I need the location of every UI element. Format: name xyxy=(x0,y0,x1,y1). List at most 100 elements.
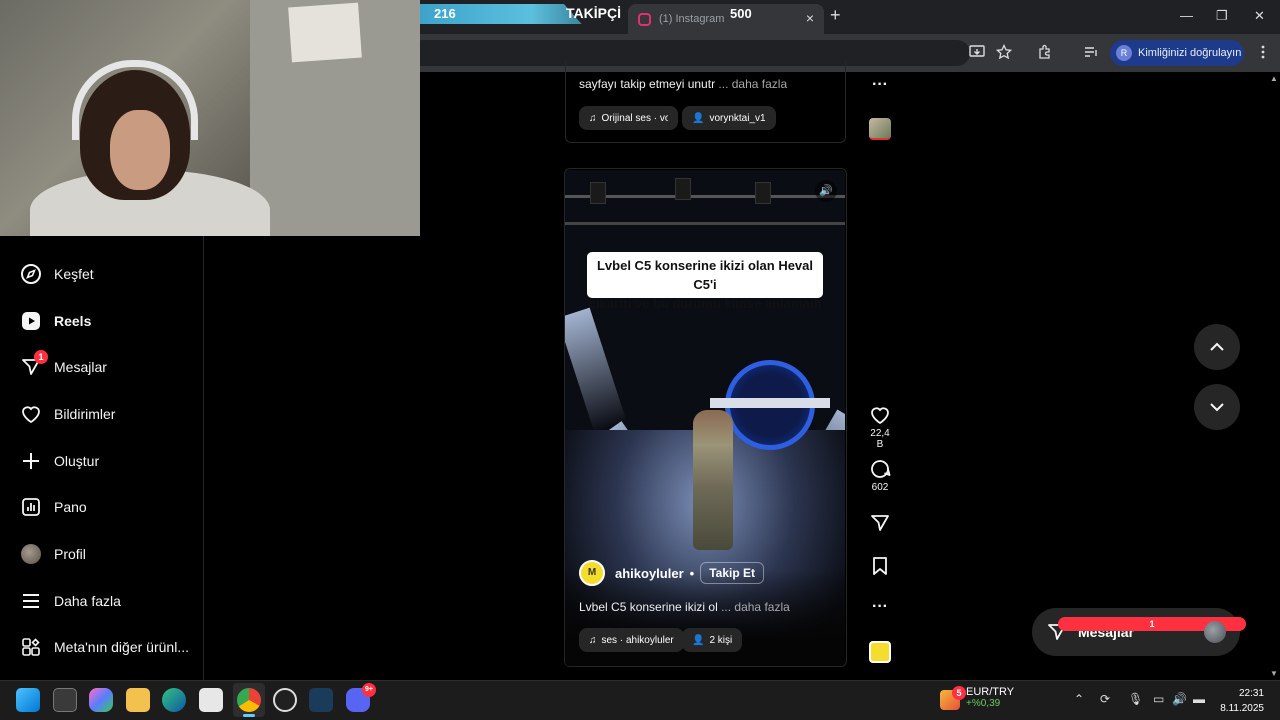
next-reel-button[interactable] xyxy=(1194,384,1240,430)
previous-post-more-link[interactable]: ... daha fazla xyxy=(718,77,787,91)
profile-verify-button[interactable]: R Kimliğinizi doğrulayın xyxy=(1110,40,1244,66)
reel-author[interactable]: M ahikoyluler • Takip Et xyxy=(579,560,764,586)
bookmark-icon xyxy=(873,557,887,575)
reel-audio-pill[interactable]: ♫ ses · ahikoyluler xyxy=(579,628,684,652)
comment-count: 602 xyxy=(871,482,889,493)
audio-pill-label: ses · ahikoyluler xyxy=(601,634,674,646)
reel-video[interactable]: Lvbel C5 konserine ikizi olan Heval C5'i… xyxy=(565,170,845,666)
new-tab-button[interactable]: + xyxy=(830,5,841,26)
sidebar-item-profile[interactable]: Profil xyxy=(20,542,86,566)
sidebar-item-explore[interactable]: Keşfet xyxy=(20,262,94,286)
media-controls-icon[interactable] xyxy=(1082,44,1100,62)
reel-audio-avatar[interactable] xyxy=(869,641,891,663)
sidebar-item-label: Mesajlar xyxy=(54,359,107,375)
reel-options-icon[interactable]: ··· xyxy=(866,598,894,616)
avatar-icon xyxy=(20,543,42,565)
file-explorer-icon[interactable] xyxy=(126,688,150,712)
browser-tab-instagram[interactable]: (1) Instagram × xyxy=(628,4,824,34)
clock-time: 22:31 xyxy=(1238,688,1264,699)
sidebar-item-dashboard[interactable]: Pano xyxy=(20,495,87,519)
previous-post-caption[interactable]: sayfayı takip etmeyi unutr ... daha fazl… xyxy=(579,77,787,91)
page-scrollbar[interactable] xyxy=(1268,72,1280,680)
like-count: 22,4 B xyxy=(870,428,890,450)
previous-post-audio-pill[interactable]: ♫ Orijinal ses · vory xyxy=(579,106,678,130)
messages-float-avatar xyxy=(1204,621,1226,643)
previous-reel-button[interactable] xyxy=(1194,324,1240,370)
profile-verify-label: Kimliğinizi doğrulayın xyxy=(1138,47,1242,59)
share-button[interactable] xyxy=(866,512,894,536)
sync-icon[interactable]: ⟳ xyxy=(1100,692,1110,706)
save-button[interactable] xyxy=(866,555,894,579)
extensions-icon[interactable] xyxy=(1036,44,1054,62)
sidebar-item-create[interactable]: Oluştur xyxy=(20,449,99,473)
copilot-icon[interactable] xyxy=(89,688,113,712)
share-icon xyxy=(871,515,889,531)
edge-icon[interactable] xyxy=(162,688,186,712)
maximize-window-button[interactable]: ❐ xyxy=(1216,8,1228,24)
volume-icon[interactable]: 🔊 xyxy=(1172,692,1187,706)
microphone-icon[interactable]: 🎙 xyxy=(1128,692,1143,706)
app-icon[interactable] xyxy=(309,688,333,712)
like-button[interactable]: 22,4 B xyxy=(866,404,894,450)
compass-icon xyxy=(20,263,42,285)
sidebar-item-label: Profil xyxy=(54,546,86,562)
author-avatar[interactable]: M xyxy=(579,560,605,586)
tab-close-icon[interactable]: × xyxy=(806,10,814,26)
follower-label: TAKİPÇİ xyxy=(566,5,621,21)
reel-people-pill[interactable]: 👤 2 kişi xyxy=(682,628,743,652)
scroll-down-arrow-icon[interactable]: ▼ xyxy=(1270,669,1278,678)
screen: (1) Instagram × + — ❐ ✕ R Kimliğinizi do… xyxy=(0,0,1280,720)
currency-widget[interactable]: EUR/TRY +%0,39 xyxy=(966,686,1014,709)
previous-post-audio-avatar[interactable] xyxy=(869,118,891,140)
tab-title: (1) Instagram xyxy=(659,13,725,25)
minimize-window-button[interactable]: — xyxy=(1180,8,1193,23)
task-view-icon[interactable] xyxy=(53,688,77,712)
previous-post-people-pill[interactable]: 👤 vorynktai_v1 xyxy=(682,106,776,130)
currency-widget-icon[interactable]: 5 xyxy=(940,686,966,710)
scroll-up-arrow-icon[interactable]: ▲ xyxy=(1270,74,1278,83)
music-note-icon: ♫ xyxy=(589,634,597,646)
start-button-icon[interactable] xyxy=(16,688,40,712)
reel-caption-text: Lvbel C5 konserine ikizi ol xyxy=(579,600,718,614)
webcam-feed xyxy=(0,0,420,236)
sidebar-item-label: Meta'nın diğer ürünl... xyxy=(54,639,189,655)
previous-post-card xyxy=(565,60,846,143)
sidebar-item-messages[interactable]: 1 Mesajlar xyxy=(20,350,107,379)
system-clock[interactable]: 22:31 8.11.2025 xyxy=(1214,686,1264,716)
comment-icon xyxy=(871,460,891,478)
sidebar-item-meta-apps[interactable]: Meta'nın diğer ürünl... xyxy=(20,635,189,659)
author-username[interactable]: ahikoyluler xyxy=(615,566,684,581)
display-icon[interactable]: ▭ xyxy=(1153,692,1164,706)
performer xyxy=(693,410,733,550)
messages-float-button[interactable]: 1 Mesajlar xyxy=(1032,608,1246,656)
install-app-icon[interactable] xyxy=(968,44,986,62)
heart-icon xyxy=(871,407,889,425)
comment-button[interactable]: 602 xyxy=(866,458,894,493)
sound-toggle-icon[interactable]: 🔊 xyxy=(815,180,837,202)
video-text-line-2: çıkarttı ve bu durumu kimse anlamadı xyxy=(588,296,822,311)
sidebar-item-label: Pano xyxy=(54,499,87,515)
sidebar-item-notifications[interactable]: Bildirimler xyxy=(20,402,115,426)
person-icon: 👤 xyxy=(692,634,705,646)
chrome-icon[interactable] xyxy=(237,688,261,712)
stage-light xyxy=(755,182,771,204)
stage-logo-bar xyxy=(710,398,830,408)
sidebar-item-reels[interactable]: Reels xyxy=(20,309,91,333)
sidebar-item-more[interactable]: Daha fazla xyxy=(20,589,121,613)
obs-icon[interactable] xyxy=(273,688,297,712)
currency-change: +%0,39 xyxy=(966,698,1001,709)
plus-icon xyxy=(20,450,42,472)
reel-caption-more-link[interactable]: ... daha fazla xyxy=(721,600,790,614)
tray-overflow-icon[interactable]: ⌃ xyxy=(1074,692,1084,706)
people-pill-label: 2 kişi xyxy=(709,634,733,646)
bookmark-star-icon[interactable] xyxy=(995,43,1013,62)
battery-icon[interactable]: ▬ xyxy=(1193,692,1205,706)
close-window-button[interactable]: ✕ xyxy=(1254,8,1265,24)
previous-post-options-icon[interactable]: ··· xyxy=(866,76,894,94)
store-icon[interactable] xyxy=(199,688,223,712)
people-pill-label: vorynktai_v1 xyxy=(709,112,766,124)
discord-icon[interactable]: 9+ xyxy=(346,683,376,712)
follow-button[interactable]: Takip Et xyxy=(700,562,764,584)
reel-caption[interactable]: Lvbel C5 konserine ikizi ol ... daha faz… xyxy=(579,600,790,614)
browser-menu-icon[interactable] xyxy=(1254,44,1272,62)
